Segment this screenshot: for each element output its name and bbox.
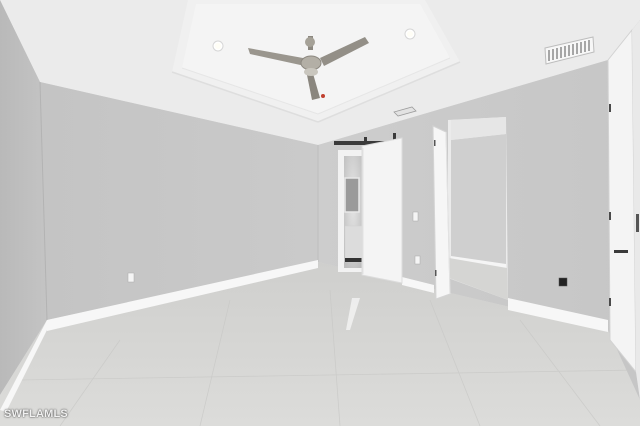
door-hinge-icon xyxy=(609,104,611,112)
door-hinge-icon xyxy=(609,298,611,306)
recessed-light-icon xyxy=(404,28,416,40)
recessed-light-icon xyxy=(212,40,224,52)
entry-door[interactable] xyxy=(607,20,640,400)
bathroom-vanity xyxy=(344,225,363,263)
door-hinge-icon xyxy=(434,140,436,146)
closet-doorway xyxy=(448,117,508,300)
door-hinge-icon xyxy=(609,212,611,220)
photo-watermark: SWFLAMLS xyxy=(4,408,68,420)
bathroom-mirror xyxy=(344,177,360,213)
room-illustration xyxy=(0,0,640,426)
thermostat xyxy=(558,277,568,287)
bedroom-photo: SWFLAMLS xyxy=(0,0,640,426)
barn-door[interactable] xyxy=(361,137,403,284)
door-hinge-icon xyxy=(435,270,437,276)
door-handle[interactable] xyxy=(614,250,628,253)
wall-outlet xyxy=(414,255,421,265)
light-switch xyxy=(412,211,419,222)
wall-outlet xyxy=(127,272,135,283)
bathroom-doorway xyxy=(338,150,364,272)
